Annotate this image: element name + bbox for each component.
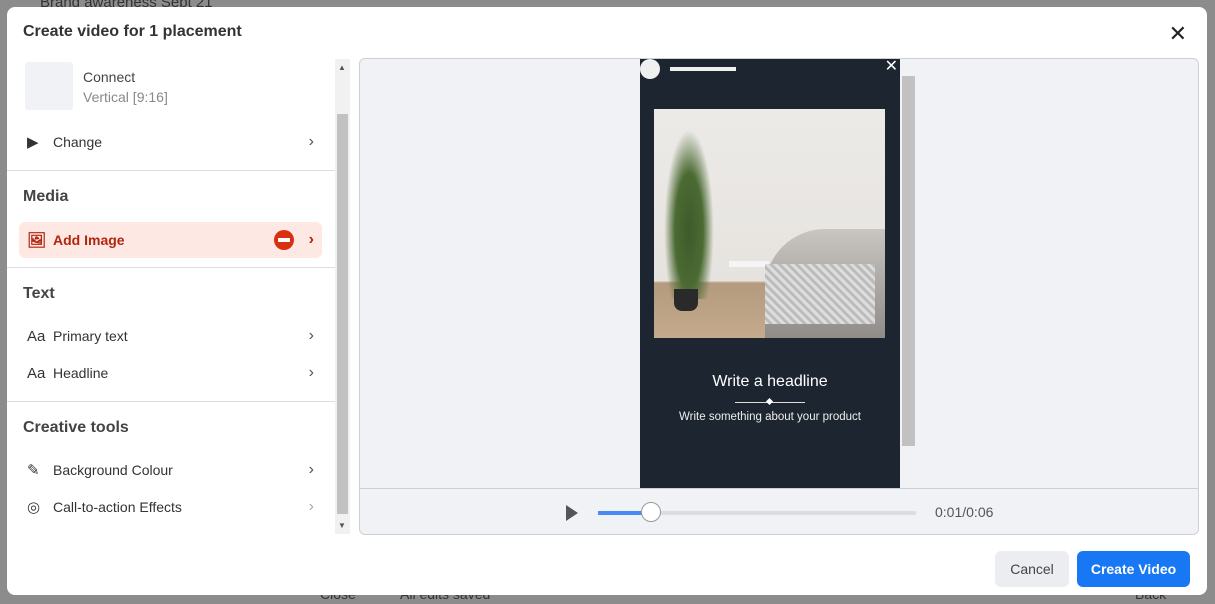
- playback-controls: 0:01/0:06: [360, 488, 1198, 534]
- chevron-right-icon: ›: [308, 327, 314, 344]
- close-icon[interactable]: ✕: [1169, 21, 1187, 47]
- error-icon: [274, 230, 294, 250]
- divider: [7, 170, 335, 171]
- text-icon: Aa: [27, 327, 46, 345]
- seek-slider[interactable]: [598, 502, 916, 522]
- headline-label: Headline: [53, 365, 109, 381]
- template-thumbnail: [25, 62, 73, 110]
- close-icon: ✕: [884, 58, 898, 75]
- panel-scrollbar[interactable]: ▲ ▼: [335, 59, 350, 534]
- chevron-right-icon: ›: [308, 231, 314, 248]
- template-format: Vertical [9:16]: [83, 89, 168, 105]
- headline-button[interactable]: Aa Headline ›: [19, 355, 322, 391]
- background-colour-button[interactable]: ✎ Background Colour ›: [19, 452, 322, 488]
- video-icon: ▶︎: [27, 134, 39, 151]
- chevron-right-icon: ›: [308, 498, 314, 515]
- primary-text-button[interactable]: Aa Primary text ›: [19, 318, 322, 354]
- settings-panel: Connect Vertical [9:16] ▶︎ Change › Medi…: [7, 59, 335, 534]
- time-readout: 0:01/0:06: [935, 504, 994, 520]
- chevron-right-icon: ›: [308, 461, 314, 478]
- section-text: Text: [23, 285, 55, 302]
- text-icon: Aa: [27, 364, 46, 382]
- divider: [7, 267, 335, 268]
- seek-handle[interactable]: [641, 502, 662, 522]
- name-placeholder: [670, 67, 736, 71]
- background-colour-label: Background Colour: [53, 462, 173, 478]
- preview-scrollbar[interactable]: [902, 64, 915, 489]
- avatar: [640, 59, 660, 79]
- chevron-right-icon: ›: [308, 133, 314, 150]
- change-label: Change: [53, 134, 103, 150]
- section-media: Media: [23, 188, 69, 205]
- add-image-label: Add Image: [53, 232, 125, 248]
- divider: [7, 401, 335, 402]
- chevron-right-icon: ›: [308, 364, 314, 381]
- play-icon[interactable]: [566, 505, 578, 521]
- cancel-button[interactable]: Cancel: [995, 551, 1069, 587]
- create-video-button[interactable]: Create Video: [1077, 551, 1190, 587]
- video-preview: ✕ Write a headline Write something about…: [359, 58, 1199, 535]
- story-preview: ✕ Write a headline Write something about…: [640, 59, 900, 489]
- section-creative-tools: Creative tools: [23, 419, 129, 436]
- image-icon: 🖼: [27, 232, 47, 249]
- template-name: Connect: [83, 69, 136, 85]
- change-template-button[interactable]: ▶︎ Change ›: [19, 124, 322, 160]
- primary-text-label: Primary text: [53, 328, 128, 344]
- preview-subtext: Write something about your product: [679, 411, 861, 423]
- eyedropper-icon: ✎: [27, 462, 40, 479]
- add-image-button[interactable]: 🖼 Add Image ›: [19, 222, 322, 258]
- cta-effects-label: Call-to-action Effects: [53, 499, 182, 515]
- cta-effects-button[interactable]: ◎ Call-to-action Effects ›: [19, 489, 322, 525]
- preview-headline: Write a headline: [712, 373, 828, 390]
- create-video-modal: Create video for 1 placement ✕ Connect V…: [7, 7, 1207, 595]
- ornament-divider: [735, 402, 805, 403]
- target-icon: ◎: [27, 499, 41, 516]
- preview-image: [654, 109, 885, 338]
- modal-title: Create video for 1 placement: [23, 23, 242, 40]
